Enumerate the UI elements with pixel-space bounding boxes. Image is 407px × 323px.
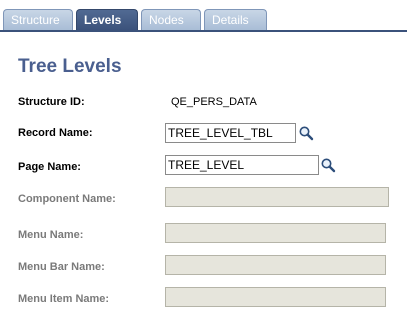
record-name-lookup-icon[interactable]	[298, 125, 314, 141]
structure-id-value: QE_PERS_DATA	[171, 96, 257, 108]
tab-structure[interactable]: Structure	[3, 9, 73, 30]
component-name-field	[165, 187, 389, 207]
structure-id-label: Structure ID:	[18, 96, 85, 108]
menu-item-name-label: Menu Item Name:	[18, 293, 110, 305]
record-name-field[interactable]: TREE_LEVEL_TBL	[165, 123, 296, 143]
tab-bar: Structure Levels Nodes Details	[0, 0, 407, 32]
page-title: Tree Levels	[18, 56, 122, 77]
tab-nodes[interactable]: Nodes	[141, 9, 201, 30]
menu-name-field	[165, 223, 386, 243]
page-name-label: Page Name:	[18, 161, 81, 173]
menu-item-name-field	[165, 287, 386, 307]
page-name-field[interactable]: TREE_LEVEL	[165, 155, 319, 175]
component-name-label: Component Name:	[18, 193, 116, 205]
tab-levels[interactable]: Levels	[76, 9, 138, 30]
menu-name-label: Menu Name:	[18, 229, 84, 241]
tab-underline	[0, 30, 407, 32]
menu-bar-name-label: Menu Bar Name:	[18, 261, 105, 273]
record-name-label: Record Name:	[18, 127, 93, 139]
menu-bar-name-field	[165, 255, 386, 275]
page-name-lookup-icon[interactable]	[320, 157, 336, 173]
tab-details[interactable]: Details	[204, 9, 267, 30]
